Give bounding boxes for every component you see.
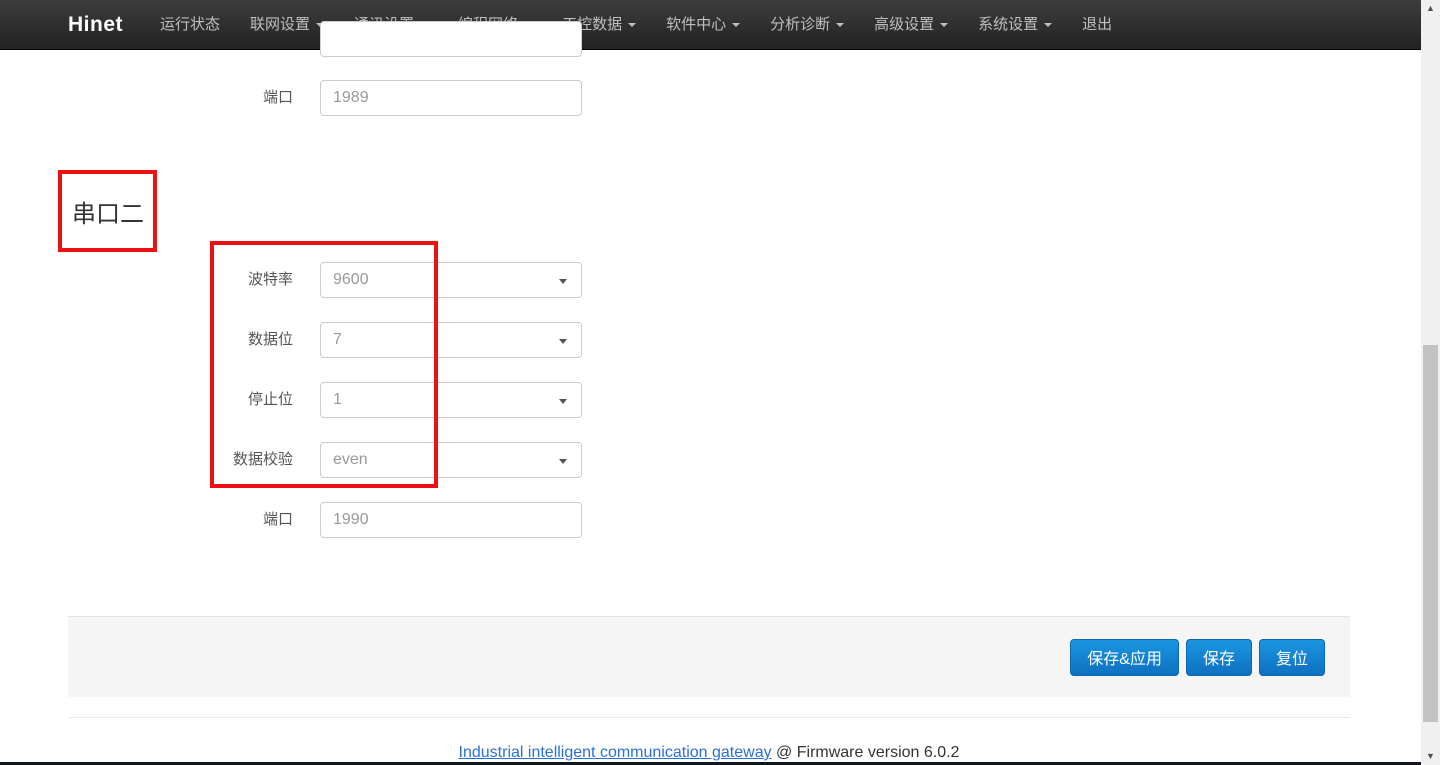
brand-logo[interactable]: Hinet xyxy=(68,0,145,49)
footer-divider xyxy=(68,717,1350,718)
parity-label: 数据校验 xyxy=(153,442,293,478)
nav-item-software-center[interactable]: 软件中心 xyxy=(651,0,755,49)
data-bits-select[interactable]: 7 xyxy=(320,322,582,358)
port1-input[interactable] xyxy=(320,80,582,116)
nav-item-running-status[interactable]: 运行状态 xyxy=(145,0,235,49)
stop-bits-select[interactable]: 1 xyxy=(320,382,582,418)
caret-down-icon xyxy=(628,23,636,27)
gateway-link[interactable]: Industrial intelligent communication gat… xyxy=(459,744,772,761)
vertical-scrollbar[interactable]: ▲ ▼ xyxy=(1421,0,1440,765)
caret-down-icon xyxy=(940,23,948,27)
baud-rate-select[interactable]: 9600 xyxy=(320,262,582,298)
scrollbar-thumb[interactable] xyxy=(1423,345,1438,722)
nav-item-analysis-diagnosis[interactable]: 分析诊断 xyxy=(755,0,859,49)
baud-rate-label: 波特率 xyxy=(153,262,293,298)
scroll-up-icon[interactable]: ▲ xyxy=(1421,0,1440,17)
port2-label: 端口 xyxy=(153,502,293,538)
page: Hinet 运行状态 联网设置 通讯设置 编程网络 工控数据 软件中心 分析诊断… xyxy=(0,0,1440,765)
dropdown-arrow-icon xyxy=(559,459,567,464)
truncated-field-top[interactable] xyxy=(320,21,582,57)
stop-bits-label: 停止位 xyxy=(153,382,293,418)
save-button[interactable]: 保存 xyxy=(1186,639,1252,676)
footer: Industrial intelligent communication gat… xyxy=(68,744,1350,762)
action-bar: 保存&应用 保存 复位 xyxy=(68,616,1350,697)
dropdown-arrow-icon xyxy=(559,339,567,344)
reset-button[interactable]: 复位 xyxy=(1259,639,1325,676)
nav-menu: 运行状态 联网设置 通讯设置 编程网络 工控数据 软件中心 分析诊断 高级设置 … xyxy=(145,0,1127,49)
section-title-serial2: 串口二 xyxy=(72,194,144,229)
nav-item-advanced-settings[interactable]: 高级设置 xyxy=(859,0,963,49)
nav-item-logout[interactable]: 退出 xyxy=(1067,0,1127,49)
parity-select[interactable]: even xyxy=(320,442,582,478)
nav-item-system-settings[interactable]: 系统设置 xyxy=(963,0,1067,49)
data-bits-label: 数据位 xyxy=(153,322,293,358)
port2-input[interactable] xyxy=(320,502,582,538)
caret-down-icon xyxy=(732,23,740,27)
navbar: Hinet 运行状态 联网设置 通讯设置 编程网络 工控数据 软件中心 分析诊断… xyxy=(0,0,1421,50)
save-apply-button[interactable]: 保存&应用 xyxy=(1070,639,1179,676)
scroll-down-icon[interactable]: ▼ xyxy=(1421,748,1440,765)
dropdown-arrow-icon xyxy=(559,279,567,284)
dropdown-arrow-icon xyxy=(559,399,567,404)
firmware-version-text: @ Firmware version 6.0.2 xyxy=(776,744,959,761)
caret-down-icon xyxy=(1044,23,1052,27)
caret-down-icon xyxy=(836,23,844,27)
port1-label: 端口 xyxy=(153,80,293,116)
